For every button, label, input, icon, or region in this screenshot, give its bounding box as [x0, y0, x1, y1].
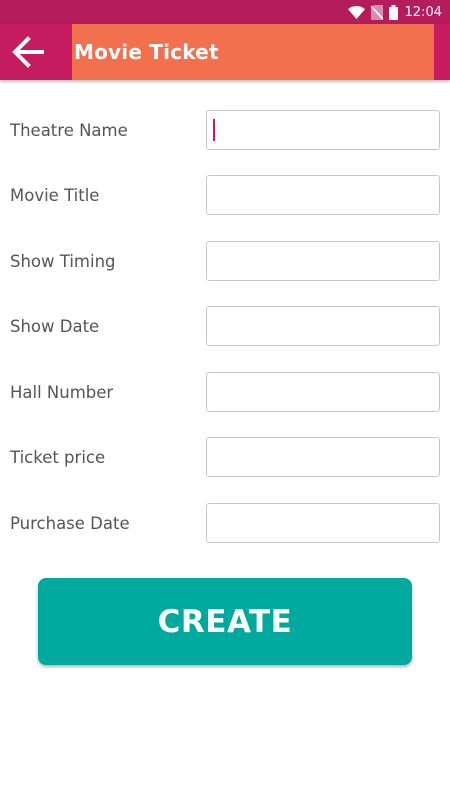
form-row-show-timing: Show Timing — [0, 241, 450, 281]
text-cursor — [213, 119, 215, 141]
show-timing-input[interactable] — [206, 241, 440, 281]
show-date-input[interactable] — [206, 306, 440, 346]
ticket-price-input[interactable] — [206, 437, 440, 477]
form-row-hall-number: Hall Number — [0, 372, 450, 412]
purchase-date-input[interactable] — [206, 503, 440, 543]
arrow-left-icon — [12, 36, 44, 68]
form-row-show-date: Show Date — [0, 306, 450, 346]
theatre-name-label: Theatre Name — [10, 121, 128, 140]
form-row-ticket-price: Ticket price — [0, 437, 450, 477]
purchase-date-label: Purchase Date — [10, 514, 130, 533]
wifi-icon — [347, 5, 365, 19]
no-sim-icon — [370, 4, 383, 20]
hall-number-label: Hall Number — [10, 383, 114, 402]
status-icons: 12:04 — [347, 3, 442, 21]
form-row-movie-title: Movie Title — [0, 175, 450, 215]
hall-number-input[interactable] — [206, 372, 440, 412]
create-button[interactable]: CREATE — [38, 578, 412, 665]
page-title: Movie Ticket — [74, 40, 219, 64]
movie-title-input[interactable] — [206, 175, 440, 215]
battery-icon — [388, 4, 398, 20]
title-block: Movie Ticket — [72, 24, 434, 80]
status-time: 12:04 — [404, 4, 442, 20]
app-bar: Movie Ticket — [0, 24, 450, 80]
show-date-label: Show Date — [10, 317, 100, 336]
movie-title-label: Movie Title — [10, 186, 100, 205]
status-bar: 12:04 — [0, 0, 450, 24]
form-row-purchase-date: Purchase Date — [0, 503, 450, 543]
form-row-theatre-name: Theatre Name — [0, 110, 450, 150]
theatre-name-input[interactable] — [206, 110, 440, 150]
back-button[interactable] — [6, 30, 50, 74]
ticket-price-label: Ticket price — [10, 448, 106, 467]
show-timing-label: Show Timing — [10, 252, 116, 271]
